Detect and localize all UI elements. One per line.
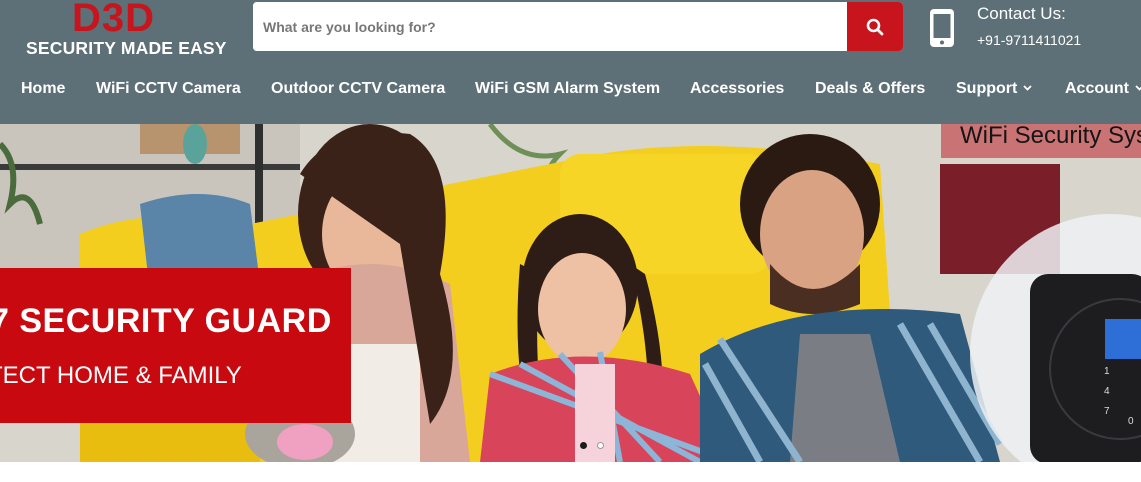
search-button[interactable] — [847, 2, 903, 51]
nav-support[interactable]: Support — [956, 80, 1032, 98]
nav-wifi-gsm-alarm-system-label: WiFi GSM Alarm System — [475, 80, 661, 97]
hero-subline: TECT HOME & FAMILY — [0, 362, 242, 389]
svg-text:4: 4 — [1104, 386, 1110, 397]
slider-dot-2[interactable] — [597, 442, 604, 449]
nav-accessories-label: Accessories — [690, 80, 785, 97]
contact-title: Contact Us: — [977, 4, 1066, 23]
nav-outdoor-cctv-camera-label: Outdoor CCTV Camera — [271, 80, 446, 97]
site-logo[interactable]: D3D SECURITY MADE EASY — [26, 0, 232, 60]
chevron-down-icon — [1135, 85, 1141, 91]
logo-mark: D3D — [72, 0, 156, 40]
nav-home-label: Home — [21, 80, 66, 97]
nav-outdoor-cctv-camera[interactable]: Outdoor CCTV Camera — [271, 80, 445, 98]
nav-accessories[interactable]: Accessories — [690, 80, 784, 98]
svg-text:0: 0 — [1128, 416, 1134, 427]
svg-text:7: 7 — [1104, 406, 1110, 417]
nav-deals-offers[interactable]: Deals & Offers — [815, 80, 925, 98]
search-icon — [866, 18, 884, 35]
site-header: D3D SECURITY MADE EASY Contact Us: +91-9… — [0, 0, 1141, 124]
nav-deals-offers-label: Deals & Offers — [815, 80, 926, 97]
promo-tag-text: WiFi Security Sys — [960, 124, 1141, 149]
main-nav: Home WiFi CCTV Camera Outdoor CCTV Camer… — [0, 72, 1141, 112]
svg-text:1: 1 — [1104, 366, 1110, 377]
logo-tagline: SECURITY MADE EASY — [26, 38, 227, 58]
search-input[interactable] — [253, 2, 847, 51]
hero-headline-card: 7 SECURITY GUARD TECT HOME & FAMILY — [0, 268, 351, 423]
slider-dot-1[interactable] — [580, 442, 587, 449]
nav-wifi-cctv-camera-label: WiFi CCTV Camera — [96, 80, 241, 97]
nav-support-label: Support — [956, 80, 1018, 97]
contact-phone[interactable]: +91-9711411021 — [977, 32, 1081, 48]
mobile-phone-icon — [930, 9, 954, 47]
nav-wifi-cctv-camera[interactable]: WiFi CCTV Camera — [96, 80, 241, 98]
hero-headline: 7 SECURITY GUARD — [0, 302, 332, 340]
nav-account[interactable]: Account — [1065, 80, 1141, 98]
chevron-down-icon — [1023, 85, 1032, 91]
hero-banner[interactable]: 1 4 7 0 WiFi Security Sys 7 SECURITY GUA… — [0, 124, 1141, 462]
nav-account-label: Account — [1065, 80, 1129, 97]
nav-wifi-gsm-alarm-system[interactable]: WiFi GSM Alarm System — [475, 80, 660, 98]
nav-home[interactable]: Home — [21, 80, 65, 98]
search-bar — [253, 2, 903, 51]
